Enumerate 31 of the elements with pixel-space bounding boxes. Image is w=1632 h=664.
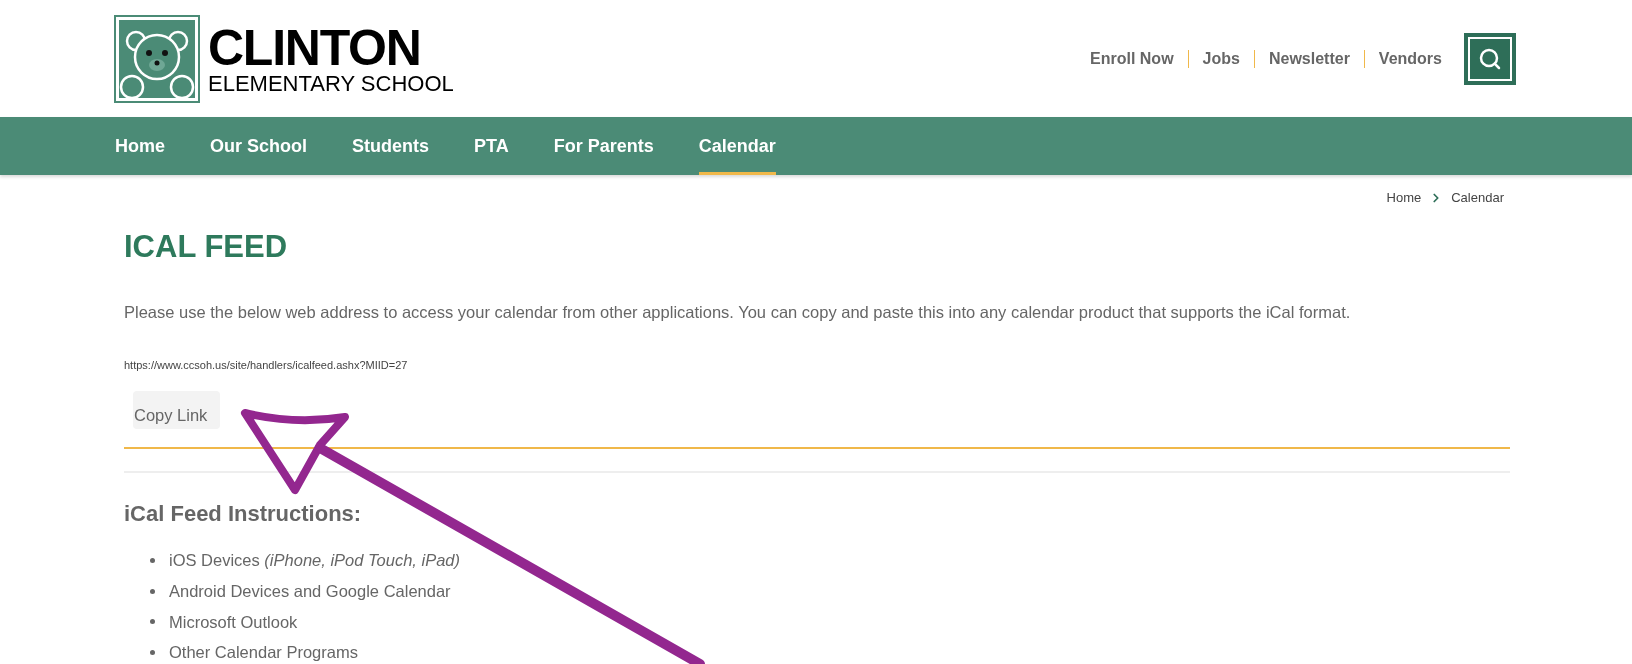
nav-tab[interactable]: For Parents: [553, 117, 654, 175]
instruction-link[interactable]: iOS Devices (iPhone, iPod Touch, iPad): [169, 548, 461, 573]
intro-text: Please use the below web address to access your calendar from other applications. You can copy and paste this into any calendar product that supports the iCal format.: [124, 302, 1352, 323]
bullet-icon: [150, 588, 155, 594]
nav-tab[interactable]: Our School: [210, 117, 308, 175]
school-logo[interactable]: CLINTON ELEMENTARY SCHOOL: [114, 14, 454, 103]
instruction-link[interactable]: Other Calendar Programs: [169, 640, 358, 664]
nav-tab[interactable]: PTA: [474, 117, 509, 175]
nav-tab[interactable]: Calendar: [698, 117, 776, 175]
utility-link[interactable]: Vendors: [1378, 46, 1442, 71]
breadcrumb-link[interactable]: Home: [1386, 188, 1422, 208]
bullet-icon: [150, 650, 155, 656]
bullet-icon: [150, 557, 155, 563]
breadcrumb-current: Calendar: [1451, 189, 1504, 207]
instruction-link[interactable]: Microsoft Outlook: [169, 609, 298, 635]
instruction-link[interactable]: Android Devices and Google Calendar: [169, 578, 451, 604]
page-title: ICAL FEED: [124, 227, 289, 266]
nav-tab[interactable]: Students: [352, 117, 430, 175]
instructions-title: iCal Feed Instructions:: [124, 500, 363, 528]
bear-icon: [114, 14, 200, 103]
copy-link-button[interactable]: Copy Link: [133, 391, 220, 429]
nav-tab[interactable]: Home: [115, 117, 165, 175]
utility-link[interactable]: Enroll Now: [1090, 46, 1174, 71]
utility-link[interactable]: Jobs: [1202, 46, 1240, 71]
search-icon: [1478, 46, 1502, 71]
search-button[interactable]: [1464, 32, 1516, 85]
logo-subtitle: ELEMENTARY SCHOOL: [208, 72, 454, 95]
feed-url: https://www.ccsoh.us/site/handlers/icalfeed.ashx?MIID=27: [124, 357, 409, 373]
bullet-icon: [150, 619, 155, 625]
utility-link[interactable]: Newsletter: [1268, 46, 1350, 71]
logo-title: CLINTON: [208, 22, 422, 73]
